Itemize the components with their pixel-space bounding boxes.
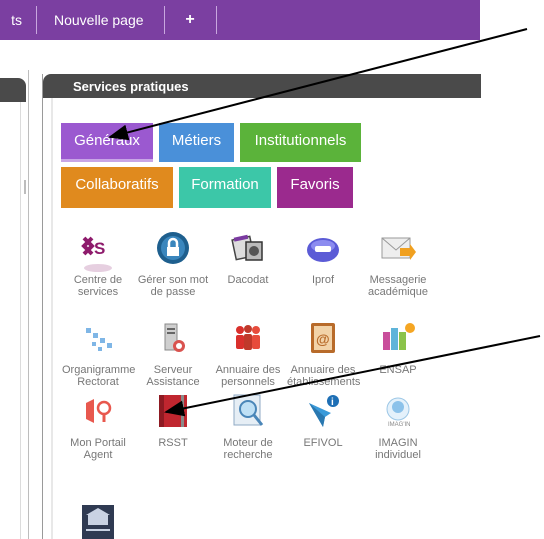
people-icon — [230, 320, 266, 356]
service-gerer-mot-de-passe[interactable]: Gérer son mot de passe — [137, 230, 209, 298]
service-label: Organigramme Rectorat — [62, 364, 136, 388]
panel-inner-border — [51, 98, 53, 539]
service-label: Centre de services — [73, 274, 123, 298]
book-icon — [155, 393, 191, 429]
left-panel-border — [20, 102, 27, 539]
svg-text:S: S — [94, 239, 105, 258]
svg-text:i: i — [331, 397, 334, 408]
svg-text:IMAG'IN: IMAG'IN — [388, 422, 410, 428]
category-generaux[interactable]: Généraux — [61, 123, 153, 162]
service-serveur-assistance[interactable]: Serveur Assistance — [137, 320, 209, 388]
service-label: Moteur de recherche — [223, 437, 273, 461]
svg-text:@: @ — [316, 331, 330, 347]
service-label: Dacodat — [227, 274, 269, 286]
category-label: Collaboratifs — [75, 176, 159, 193]
service-label: Iprof — [311, 274, 334, 286]
service-iprof[interactable]: Iprof — [287, 230, 359, 286]
efivol-icon: i — [305, 393, 341, 429]
search-icon — [230, 393, 266, 429]
server-icon — [155, 320, 191, 356]
top-nav: ts Nouvelle page + — [0, 0, 480, 40]
iprof-icon — [305, 230, 341, 266]
tab-separator — [216, 6, 217, 34]
left-panel-header — [0, 78, 26, 102]
category-label: Favoris — [290, 176, 340, 193]
service-label: RSST — [158, 437, 188, 449]
mail-icon — [380, 230, 416, 266]
service-label: Serveur Assistance — [146, 364, 200, 388]
panel-header: Services pratiques — [43, 74, 481, 98]
add-tab-button[interactable]: + — [178, 0, 202, 40]
service-label: EFIVOL — [303, 437, 343, 449]
service-label: IMAGIN individuel — [375, 437, 421, 461]
category-label: Métiers — [171, 132, 222, 149]
category-collaboratifs[interactable]: Collaboratifs — [61, 167, 173, 208]
service-efivol[interactable]: i EFIVOL — [287, 393, 359, 449]
service-label: Messagerie académique — [368, 274, 428, 298]
tab-truncated[interactable]: ts — [0, 0, 22, 40]
left-panel-scroll-mark — [24, 180, 26, 194]
org-chart-icon — [80, 320, 116, 356]
tab-separator — [36, 6, 37, 34]
service-conseil[interactable] — [62, 503, 134, 539]
ensap-icon — [380, 320, 416, 356]
lock-icon — [155, 230, 191, 266]
tab-nouvelle-page[interactable]: Nouvelle page — [54, 0, 144, 40]
category-label: Formation — [191, 176, 259, 193]
service-annuaire-etablissements[interactable]: @ Annuaire des établissements — [287, 320, 361, 388]
imagin-icon: IMAG'IN — [380, 393, 416, 429]
service-ensap[interactable]: ENSAP — [362, 320, 434, 376]
dacodat-icon — [230, 230, 266, 266]
service-moteur-de-recherche[interactable]: Moteur de recherche — [212, 393, 284, 461]
building-icon — [80, 503, 116, 539]
service-dacodat[interactable]: Dacodat — [212, 230, 284, 286]
service-label: Annuaire des établissements — [287, 364, 361, 388]
service-annuaire-personnels[interactable]: Annuaire des personnels — [212, 320, 284, 388]
service-rsst[interactable]: RSST — [137, 393, 209, 449]
category-formation[interactable]: Formation — [179, 167, 271, 208]
service-centre-de-services[interactable]: S Centre de services — [62, 230, 134, 298]
service-label: Gérer son mot de passe — [137, 274, 209, 298]
service-label: ENSAP — [379, 364, 417, 376]
service-messagerie[interactable]: Messagerie académique — [362, 230, 434, 298]
category-label: Institutionnels — [254, 132, 347, 149]
left-panel — [0, 70, 29, 539]
service-imagin[interactable]: IMAG'IN IMAGIN individuel — [362, 393, 434, 461]
service-label: Mon Portail Agent — [70, 437, 126, 461]
active-underline — [61, 159, 153, 162]
category-institutionnels[interactable]: Institutionnels — [240, 123, 361, 162]
service-organigramme[interactable]: Organigramme Rectorat — [62, 320, 136, 388]
service-label: Annuaire des personnels — [215, 364, 281, 388]
category-metiers[interactable]: Métiers — [159, 123, 234, 162]
category-favoris[interactable]: Favoris — [277, 167, 353, 208]
cs-logo-icon: S — [80, 230, 116, 272]
address-book-icon: @ — [305, 320, 341, 356]
tab-separator — [164, 6, 165, 34]
portal-icon — [80, 393, 116, 429]
panel-title: Services pratiques — [73, 79, 189, 94]
service-mon-portail-agent[interactable]: Mon Portail Agent — [62, 393, 134, 461]
category-label: Généraux — [74, 132, 140, 149]
